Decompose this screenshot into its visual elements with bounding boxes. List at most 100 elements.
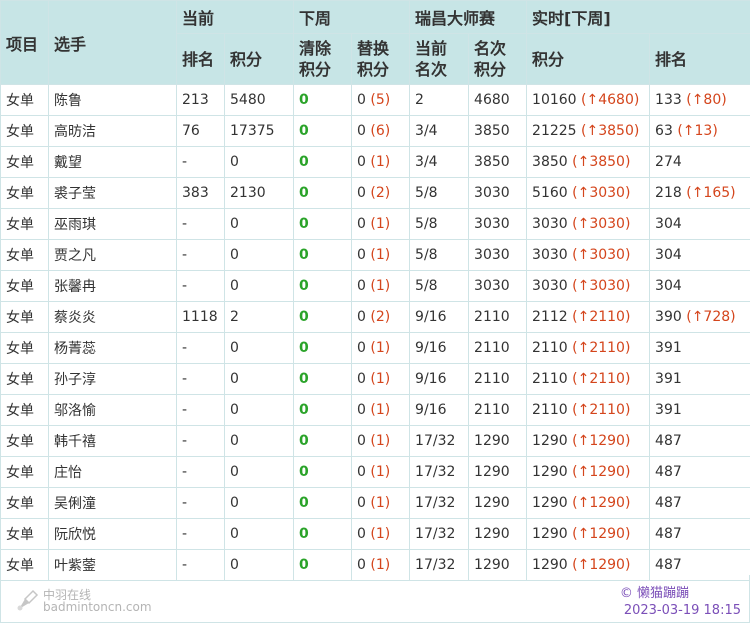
cell-rank: - [176,456,225,488]
replace-points-value: 0 [357,247,366,263]
cell-player: 蔡炎炎 [48,301,177,333]
replace-points-value: 0 [357,340,366,356]
cell-player: 张馨冉 [48,270,177,302]
replace-points-value: 0 [357,185,366,201]
cell-current-place: 5/8 [409,270,470,302]
cell-rt-points: 1290 (↑1290) [526,518,651,550]
cell-points: 0 [223,332,295,364]
table-row: 女单 杨菁蕊 -0 0 0 (1) 9/16 2110 2110 (↑2110) 391 [0,332,750,364]
cell-place-points: 2110 [468,301,528,333]
cell-event: 女单 [0,239,49,271]
cell-rank: 1118 [176,301,225,333]
cell-rt-rank: 487 [649,456,750,488]
cell-event: 女单 [0,518,49,550]
cell-player: 贾之凡 [48,239,177,271]
clear-points-value: 0 [299,278,309,294]
cell-rank: 76 [176,115,225,147]
cell-player: 庄怡 [48,456,177,488]
cell-current-place: 5/8 [409,177,470,209]
cell-current-place: 17/32 [409,425,470,457]
col-header-event: 项目 [0,0,49,85]
cell-rank: - [176,394,225,426]
clear-points-value: 0 [299,309,309,325]
cell-place-points: 1290 [468,456,528,488]
group-header-realtime: 实时[下周] [526,0,750,34]
rt-rank-value: 391 [655,371,682,387]
rt-points-value: 21225 [532,123,577,139]
rt-rank-value: 391 [655,340,682,356]
cell-place-points: 3030 [468,270,528,302]
cell-rt-points: 2110 (↑2110) [526,332,651,364]
credit: © 懒猫蹦蹦 [619,586,689,601]
table-row: 女单 孙子淳 -0 0 0 (1) 9/16 2110 2110 (↑2110) 391 [0,363,750,395]
group-header-next-week: 下周 [293,0,411,34]
ranking-table: 项目 选手 当前 下周 瑞昌大师赛 实时[下周] 排名 积分 清除 积分 替换 积分… [0,0,750,581]
replace-count: (1) [370,216,391,232]
cell-replace-points: 0 (1) [351,146,411,178]
rt-points-delta: (↑3030) [572,247,631,263]
clear-points-value: 0 [299,92,309,108]
col-header-rt-points: 积分 [526,33,651,85]
cell-rt-points: 2112 (↑2110) [526,301,651,333]
cell-replace-points: 0 (1) [351,518,411,550]
cell-rt-rank: 218 (↑165) [649,177,750,209]
cell-clear-points: 0 [293,332,353,364]
rt-points-value: 10160 [532,92,577,108]
rt-points-value: 1290 [532,526,568,542]
replace-points-value: 0 [357,402,366,418]
cell-rt-points: 3030 (↑3030) [526,239,651,271]
cell-rt-rank: 304 [649,270,750,302]
cell-rt-points: 5160 (↑3030) [526,177,651,209]
cell-replace-points: 0 (6) [351,115,411,147]
cell-replace-points: 0 (1) [351,425,411,457]
clear-points-value: 0 [299,526,309,542]
cell-current-place: 9/16 [409,301,470,333]
cell-points: 2130 [223,177,295,209]
rt-points-value: 2112 [532,309,568,325]
cell-rank: - [176,363,225,395]
cell-place-points: 3850 [468,115,528,147]
cell-player: 孙子淳 [48,363,177,395]
cell-place-points: 1290 [468,518,528,550]
rt-rank-delta: (↑728) [686,309,736,325]
rt-points-delta: (↑3030) [572,216,631,232]
rt-rank-value: 218 [655,185,682,201]
col-header-current-place: 当前 名次 [409,33,470,85]
cell-rt-rank: 391 [649,363,750,395]
cell-event: 女单 [0,177,49,209]
cell-current-place: 9/16 [409,394,470,426]
cell-replace-points: 0 (5) [351,84,411,116]
replace-count: (2) [370,185,391,201]
cell-points: 17375 [223,115,295,147]
cell-place-points: 1290 [468,487,528,519]
cell-clear-points: 0 [293,146,353,178]
cell-event: 女单 [0,84,49,116]
rt-points-value: 2110 [532,340,568,356]
rt-points-delta: (↑3850) [581,123,640,139]
timestamp: 2023-03-19 18:15 [623,603,741,618]
site-logo[interactable]: 中羽在线 badmintoncn.com [15,589,152,613]
cell-player: 戴望 [48,146,177,178]
cell-current-place: 5/8 [409,239,470,271]
replace-count: (1) [370,402,391,418]
rt-rank-value: 487 [655,557,682,573]
cell-current-place: 2 [409,84,470,116]
rt-points-delta: (↑2110) [572,402,631,418]
cell-points: 0 [223,239,295,271]
table-row: 女单 邬洛愉 -0 0 0 (1) 9/16 2110 2110 (↑2110) 391 [0,394,750,426]
cell-player: 陈鲁 [48,84,177,116]
cell-event: 女单 [0,425,49,457]
rt-rank-value: 304 [655,278,682,294]
cell-event: 女单 [0,394,49,426]
cell-event: 女单 [0,270,49,302]
replace-points-value: 0 [357,123,366,139]
cell-rank: 213 [176,84,225,116]
cell-rt-rank: 304 [649,239,750,271]
cell-player: 阮欣悦 [48,518,177,550]
cell-points: 0 [223,394,295,426]
group-header-tournament: 瑞昌大师赛 [409,0,528,34]
cell-replace-points: 0 (1) [351,332,411,364]
cell-rt-rank: 391 [649,394,750,426]
cell-current-place: 9/16 [409,363,470,395]
col-header-place-points: 名次 积分 [468,33,528,85]
